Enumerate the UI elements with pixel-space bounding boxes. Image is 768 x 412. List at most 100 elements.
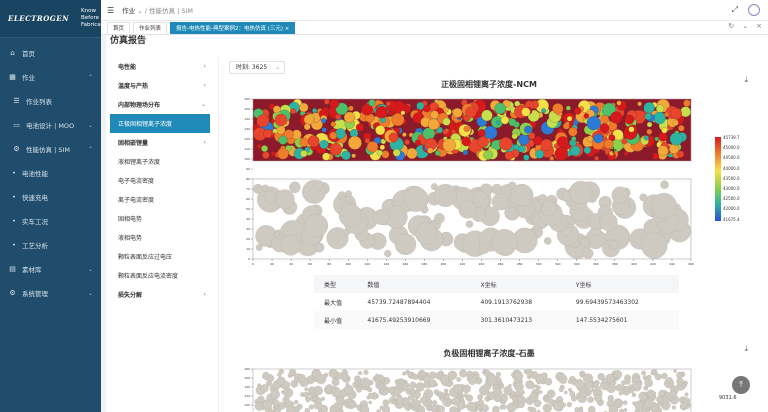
chevron-down-icon: ⌄	[274, 64, 280, 71]
separator-particle	[650, 192, 677, 219]
anode-particle	[575, 380, 585, 390]
tree-item-liquid-potential[interactable]: 液相电势	[110, 228, 210, 247]
anode-particle	[316, 374, 327, 385]
report-content: 时刻: 3625 ⌄ ⤓ 正极固相锂离子浓度-NCM 160 150 140 130 12…	[218, 57, 758, 412]
nav-library[interactable]: ▤ 素材库 ⌄	[0, 257, 101, 281]
y-tick-label: 150	[244, 376, 250, 380]
cathode-particle	[261, 145, 268, 152]
anode-particle	[262, 399, 273, 410]
separator-particle	[433, 183, 457, 207]
anode-particle	[341, 373, 349, 381]
anode-particle	[613, 370, 623, 379]
home-icon: ⌂	[10, 49, 15, 57]
tree-item-thermal[interactable]: 温度与产热 ›	[110, 76, 210, 95]
anode-particle	[257, 395, 265, 403]
y-tick-label: 80	[246, 177, 250, 181]
tree-label: 电性能	[118, 64, 137, 71]
tree-label: 液相锂离子浓度	[118, 159, 161, 166]
logo-brand: ELECTROGEN	[8, 14, 69, 23]
x-tick-label: 460	[688, 262, 694, 266]
tree-item-cathode-concentration[interactable]: 正极固相锂离子浓度	[110, 114, 210, 133]
cathode-particle	[449, 122, 457, 130]
chevron-right-icon: ›	[203, 291, 206, 298]
anode-particle	[621, 380, 626, 386]
anode-particle	[395, 385, 401, 390]
nav-job-list[interactable]: ☰ 作业列表	[0, 89, 101, 113]
cathode-particle	[477, 129, 486, 137]
anode-particle	[641, 370, 646, 376]
tree-item-ion-current[interactable]: 离子电流密度	[110, 190, 210, 209]
separator-particle	[465, 220, 474, 228]
separator-particle	[280, 234, 302, 256]
anode-particle	[331, 378, 340, 386]
cathode-particle	[442, 129, 449, 135]
refresh-icon[interactable]: ↻	[728, 22, 734, 30]
anode-particle	[453, 383, 463, 394]
tree-item-electron-current[interactable]: 电子电流密度	[110, 171, 210, 190]
cathode-particle	[272, 105, 281, 114]
anode-particle	[272, 399, 280, 407]
y-tick-label: 90	[246, 167, 250, 171]
anode-particle	[673, 369, 677, 373]
close-icon[interactable]: ×	[756, 22, 762, 30]
cathode-particle	[462, 149, 468, 156]
tree-label: 固相电势	[118, 216, 143, 223]
separator-particle	[639, 193, 648, 202]
breadcrumb-item[interactable]: 作业	[122, 7, 135, 15]
time-select[interactable]: 时刻: 3625 ⌄	[229, 61, 285, 74]
nav-fast-charge[interactable]: 快速充电	[0, 185, 101, 209]
nav-home[interactable]: ⌂ 首页	[0, 41, 101, 65]
nav-jobs[interactable]: ▦ 作业 ⌃	[0, 65, 101, 89]
cathode-particle	[271, 151, 276, 156]
nav-battery-performance[interactable]: 电池性能	[0, 161, 101, 185]
cathode-particle	[499, 137, 513, 151]
tree-item-electrolyte-concentration[interactable]: 液相锂离子浓度	[110, 152, 210, 171]
cathode-particle	[278, 135, 288, 145]
back-to-top-button[interactable]: ⤒	[732, 376, 750, 394]
cathode-particle	[586, 116, 601, 131]
nav-sim[interactable]: ⚙ 性能仿真 | SIM ⌃	[0, 137, 101, 161]
anode-particle	[567, 379, 573, 384]
breadcrumb-separator: ⌄ /	[137, 7, 150, 15]
separator-particle	[641, 232, 668, 259]
tree-item-overpotential[interactable]: 颗粒表面反应过电压	[110, 247, 210, 266]
cathode-particle	[402, 132, 407, 137]
nav-label: 电池设计 | MOO	[26, 122, 75, 130]
tree-item-lithiation[interactable]: 固相嵌锂量 ›	[110, 133, 210, 152]
cathode-particle	[406, 147, 418, 159]
table-cell: 41675.49253910669	[367, 316, 431, 324]
cathode-particle	[330, 121, 336, 127]
tree-item-loss-breakdown[interactable]: 损失分解 ›	[110, 285, 210, 304]
y-tick-label: 0	[248, 257, 250, 261]
cathode-particle	[610, 111, 623, 124]
anode-particle	[304, 408, 310, 412]
close-icon[interactable]: ×	[285, 26, 290, 32]
nav-vehicle-condition[interactable]: 实车工况	[0, 209, 101, 233]
breadcrumb-item[interactable]: 性能仿真 | SIM	[149, 7, 193, 15]
cathode-particle	[669, 132, 683, 146]
menu-toggle-icon[interactable]: ☰	[107, 6, 114, 15]
tree-item-electrical[interactable]: 电性能 ›	[110, 57, 210, 76]
cathode-particle	[463, 125, 470, 132]
library-icon: ▤	[9, 265, 16, 273]
nav-system[interactable]: ⚙ 系统管理 ⌄	[0, 281, 101, 305]
anode-particle	[402, 371, 407, 376]
tab-report[interactable]: 报告-电热性能-典型案例2：电热仿真 (三元) ×	[170, 22, 296, 34]
nav-battery-design[interactable]: ▭ 电池设计 | MOO ⌄	[0, 113, 101, 137]
anode-particle	[303, 391, 310, 398]
cathode-particle	[427, 147, 434, 154]
chevron-down-icon[interactable]: ⌄	[742, 22, 748, 30]
avatar[interactable]	[748, 4, 760, 16]
tree-item-reaction-current[interactable]: 颗粒表面反应电流密度	[110, 266, 210, 285]
anode-particle	[283, 387, 294, 398]
anode-particle	[260, 384, 269, 393]
anode-particle	[410, 405, 415, 410]
anode-particle	[584, 380, 593, 390]
anode-particle	[574, 407, 580, 412]
chevron-down-icon: ⌄	[87, 121, 93, 129]
fullscreen-icon[interactable]: ⤢	[732, 5, 738, 15]
nav-process-analysis[interactable]: 工艺分析	[0, 233, 101, 257]
tree-item-solid-potential[interactable]: 固相电势	[110, 209, 210, 228]
tree-item-internal-fields[interactable]: 内部物理场分布 ⌄	[110, 95, 210, 114]
cathode-particle	[511, 133, 518, 140]
